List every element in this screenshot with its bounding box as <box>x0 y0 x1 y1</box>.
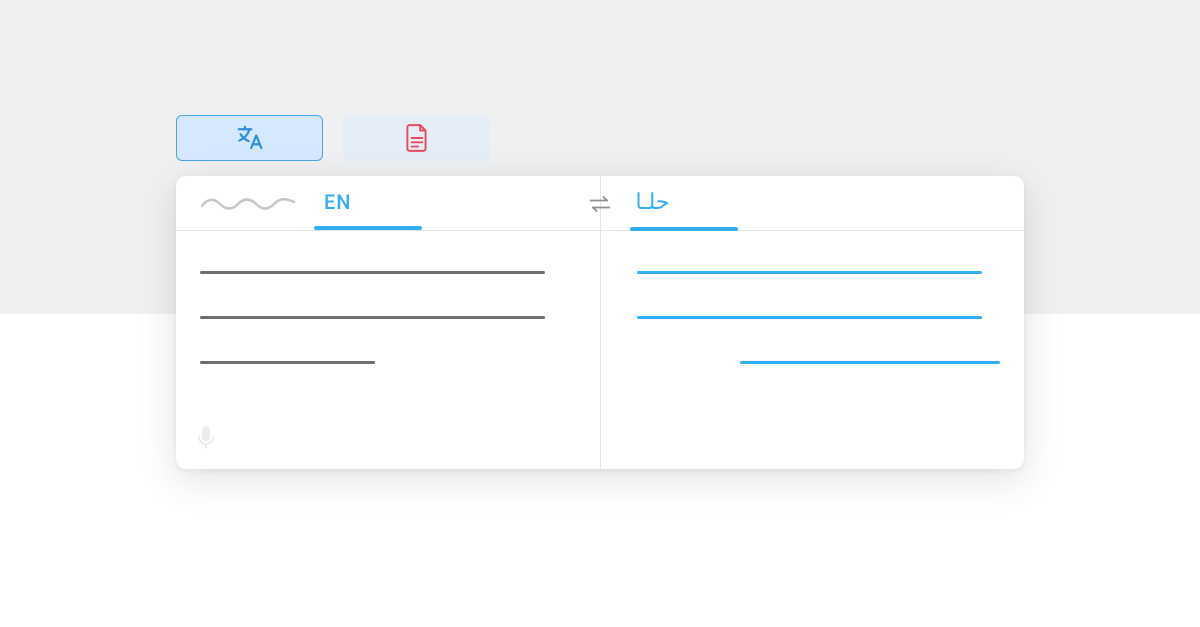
source-language-bar: EN <box>176 176 600 231</box>
translator-widget: EN حلـا <box>176 115 1024 469</box>
translate-icon <box>235 123 265 153</box>
mode-tabs <box>176 115 1024 161</box>
tab-translate-document[interactable] <box>343 115 490 161</box>
source-text-line <box>200 271 545 274</box>
target-language-label: حلـا <box>636 190 670 215</box>
active-tab-underline <box>314 226 422 230</box>
target-text-line <box>637 316 982 319</box>
tab-translate-text[interactable] <box>176 115 323 161</box>
target-text-area <box>601 231 1025 426</box>
source-language-selected[interactable]: EN <box>324 190 352 216</box>
target-text-line <box>740 361 1000 364</box>
translator-card: EN حلـا <box>176 176 1024 469</box>
swap-languages-button[interactable] <box>586 190 614 218</box>
document-icon <box>404 123 430 153</box>
target-language-bar: حلـا <box>601 176 1025 231</box>
source-text-line <box>200 361 375 364</box>
target-text-line <box>637 271 982 274</box>
source-language-code: EN <box>324 190 352 214</box>
target-language-selected[interactable]: حلـا <box>636 190 670 217</box>
detect-language-icon[interactable] <box>200 194 296 212</box>
active-tab-underline <box>630 227 738 231</box>
voice-input-button[interactable] <box>198 425 214 449</box>
source-pane: EN <box>176 176 601 469</box>
source-text-line <box>200 316 545 319</box>
target-pane: حلـا <box>601 176 1025 469</box>
source-text-area[interactable] <box>176 231 600 426</box>
